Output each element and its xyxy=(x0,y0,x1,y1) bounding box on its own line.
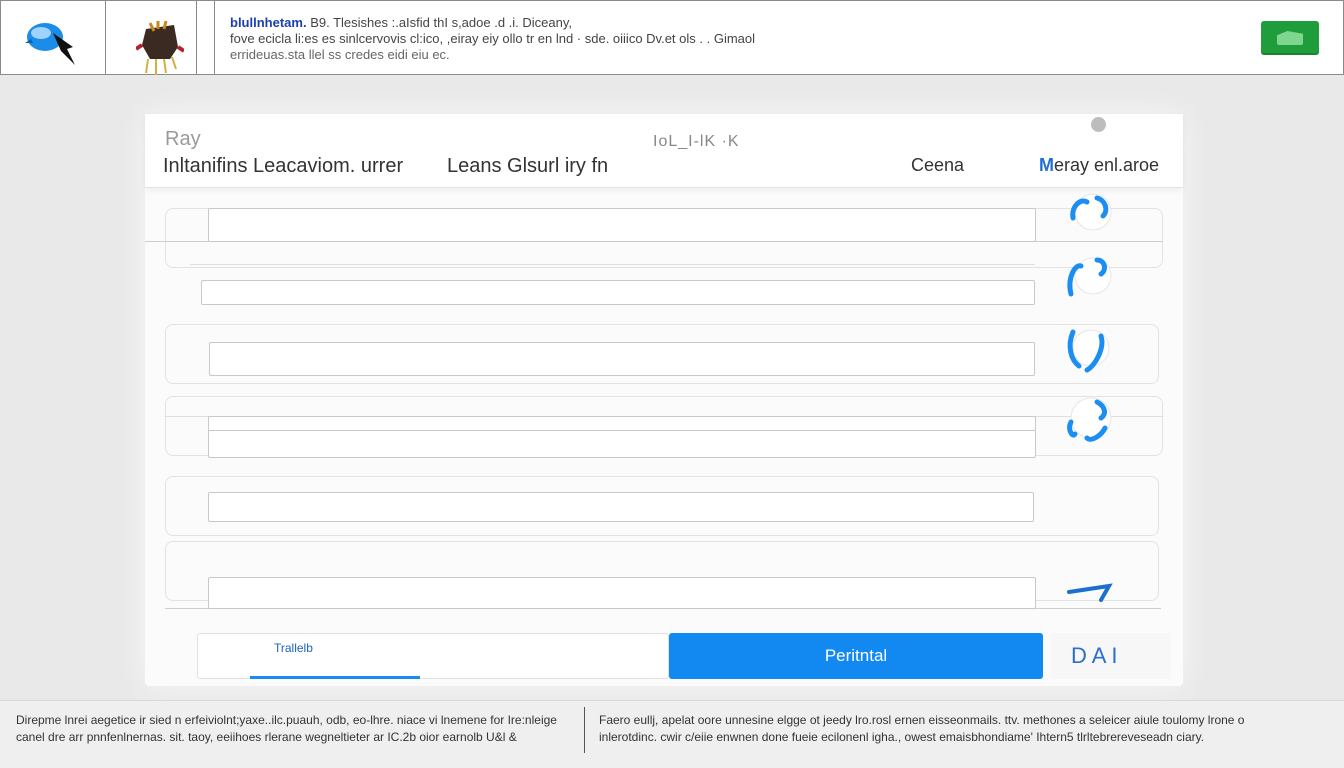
footer-right-text: Faero eullj, apelat oore unnesine elgge … xyxy=(599,712,1319,746)
footer-left-line-1: Direpme lnrei aegetice ir sied n erfeivi… xyxy=(16,713,557,727)
text-field-1[interactable] xyxy=(208,208,1036,242)
header-line-3: errideuas.sta llel ss credes eidi eiu ec… xyxy=(230,47,450,62)
footer: Direpme lnrei aegetice ir sied n erfeivi… xyxy=(0,700,1344,768)
bug-icon[interactable] xyxy=(136,19,184,75)
header-description: blullnhetam. B9. Tlesishes :.aIsfid thI … xyxy=(230,15,790,63)
text-field-7[interactable] xyxy=(208,577,1036,609)
toggle-switch-5[interactable] xyxy=(1063,574,1117,604)
header-link-b[interactable]: Meray enl.aroe xyxy=(1039,155,1159,176)
tab-label[interactable]: Trallelb xyxy=(274,641,313,655)
card-kicker: Ray xyxy=(165,128,201,150)
text-field-6[interactable] xyxy=(208,492,1034,522)
card-subtitle: Leans Glsurl iry fn xyxy=(447,155,609,177)
footer-divider xyxy=(584,707,585,753)
top-header: blullnhetam. B9. Tlesishes :.aIsfid thI … xyxy=(0,0,1344,75)
toggle-icon xyxy=(1067,329,1110,373)
tab-underline xyxy=(250,676,420,679)
toggle-icon xyxy=(1067,397,1112,442)
toggle-switch-2[interactable] xyxy=(1063,254,1117,302)
header-spacer xyxy=(197,1,215,74)
divider-line xyxy=(190,264,1035,265)
secondary-button[interactable]: D A I xyxy=(1051,633,1171,679)
header-link-b-text: eray enl.aroe xyxy=(1054,155,1160,175)
bird-icon[interactable] xyxy=(23,17,79,69)
primary-submit-button[interactable]: Peritntal xyxy=(669,633,1043,679)
toggle-switch-3[interactable] xyxy=(1061,326,1115,374)
text-field-2[interactable] xyxy=(201,280,1035,305)
bottom-tab-field[interactable]: Trallelb xyxy=(197,633,669,679)
text-field-3[interactable] xyxy=(209,342,1035,376)
toggle-icon xyxy=(1067,257,1112,297)
folder-icon xyxy=(1277,31,1303,45)
toggle-switch-4[interactable] xyxy=(1061,394,1115,442)
logo-cell-bird xyxy=(1,1,106,74)
card-center-label: IoL_I-lK ·K xyxy=(653,133,740,150)
text-field-5[interactable] xyxy=(208,430,1036,458)
logo-cell-bug xyxy=(106,1,197,75)
header-link-a[interactable]: Ceena xyxy=(911,155,964,176)
card-header: Ray IoL_I-lK ·K Inltanifins Leacaviom. u… xyxy=(145,114,1183,188)
toggle-icon xyxy=(1067,583,1113,602)
footer-left-line-2: canel dre arr pnnfenlnernas. sit. taoy, … xyxy=(16,730,517,744)
footer-right-line-2: inlerotdinc. cwir c/eiie enwnen done fue… xyxy=(599,730,1205,744)
drag-handle-icon[interactable] xyxy=(1091,117,1106,132)
toggle-icon xyxy=(1070,193,1112,231)
header-lead[interactable]: blullnhetam. xyxy=(230,15,307,30)
toggle-switch-1[interactable] xyxy=(1063,190,1117,238)
main-card: Ray IoL_I-lK ·K Inltanifins Leacaviom. u… xyxy=(145,114,1183,686)
card-title: Inltanifins Leacaviom. urrer xyxy=(163,155,404,177)
green-action-button[interactable] xyxy=(1261,21,1319,55)
footer-right-line-1: Faero eullj, apelat oore unnesine elgge … xyxy=(599,713,1245,727)
header-link-b-accent: M xyxy=(1039,155,1054,175)
header-line-1-text: B9. Tlesishes :.aIsfid thI s,adoe .d .i.… xyxy=(310,15,573,30)
header-line-1: blullnhetam. B9. Tlesishes :.aIsfid thI … xyxy=(230,15,790,31)
header-line-2: fove ecicla li:es es sinlcervovis cl:ico… xyxy=(230,31,756,46)
footer-left-text: Direpme lnrei aegetice ir sied n erfeivi… xyxy=(16,712,586,746)
